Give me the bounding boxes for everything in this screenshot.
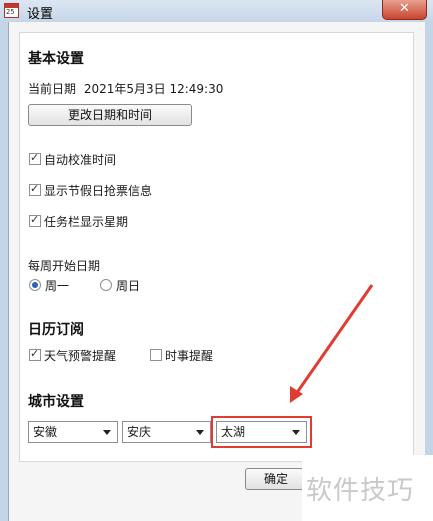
watermark-text: 软件技巧	[306, 476, 415, 506]
arrow-shaft	[294, 284, 374, 395]
annotation-arrow	[290, 284, 374, 403]
settings-window: 25 设置 ✕ 基本设置 当前日期 2021年5月3日 12:49:30 更改日…	[0, 0, 433, 521]
